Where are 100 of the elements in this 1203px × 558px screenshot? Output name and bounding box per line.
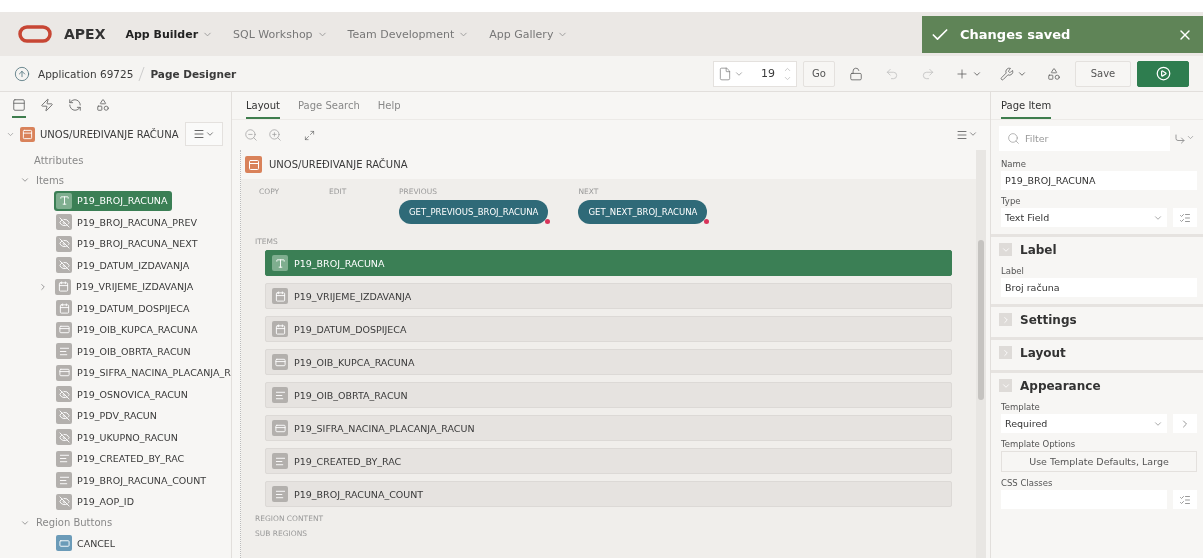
tree-item[interactable]: P19_BROJ_RACUNA	[54, 190, 173, 211]
display-text-icon	[272, 486, 288, 502]
tree-item[interactable]: P19_CREATED_BY_RAC	[54, 448, 190, 469]
page-item[interactable]: P19_DATUM_DOSPIJECA	[265, 316, 952, 342]
page-item[interactable]: P19_OIB_OBRTA_RACUN	[265, 382, 952, 408]
property-label: Name	[1000, 158, 1028, 171]
filter-field[interactable]: Filter	[999, 126, 1170, 151]
nav-menu[interactable]: SQL Workshop	[233, 27, 328, 41]
up-icon[interactable]	[14, 65, 30, 82]
calendar-icon	[272, 321, 288, 337]
property-label: Type	[1000, 195, 1022, 208]
hidden-icon	[56, 214, 72, 231]
logo-icon	[18, 25, 52, 43]
region-button[interactable]: GET_NEXT_BROJ_RACUNA	[578, 200, 708, 224]
page-item[interactable]: P19_OIB_KUPCA_RACUNA	[265, 349, 952, 375]
collapse-icon	[999, 243, 1012, 256]
shapes-icon	[1047, 66, 1061, 81]
hidden-icon	[56, 493, 72, 510]
property-field[interactable]: P19_BROJ_RACUNA	[1001, 171, 1197, 190]
text-field-icon	[56, 192, 72, 209]
next-button[interactable]	[1173, 414, 1197, 433]
page-item[interactable]: P19_CREATED_BY_RAC	[265, 448, 952, 474]
property-group[interactable]: Label	[991, 234, 1203, 262]
tab[interactable]: Help	[377, 100, 401, 119]
redo-icon	[921, 66, 935, 81]
tree-item[interactable]: P19_BROJ_RACUNA_NEXT	[54, 233, 203, 254]
property-group[interactable]: Layout	[991, 337, 1203, 365]
go-to-group-icon[interactable]	[1174, 132, 1186, 145]
list-button[interactable]	[1173, 490, 1197, 509]
page-number-field[interactable]: 19	[713, 60, 797, 87]
tree-item[interactable]: P19_BROJ_RACUNA_COUNT	[54, 470, 212, 491]
tree-item[interactable]: P19_VRIJEME_IZDAVANJA	[53, 276, 199, 297]
hidden-icon	[56, 235, 72, 252]
template-options-button[interactable]: Use Template Defaults, Large	[1001, 451, 1197, 472]
property-label: Template	[1000, 401, 1041, 414]
breadcrumb-current: Page Designer	[150, 67, 237, 80]
zoom-out-icon[interactable]	[244, 128, 258, 142]
display-text-icon	[272, 453, 288, 469]
display-text-icon	[56, 343, 72, 360]
save-button[interactable]: Save	[1075, 60, 1131, 87]
tree-item[interactable]: P19_AOP_ID	[54, 491, 139, 512]
calendar-icon	[272, 288, 288, 304]
tree-menu-button[interactable]	[185, 122, 223, 146]
page-item[interactable]: P19_VRIJEME_IZDAVANJA	[265, 283, 952, 309]
chevron-down-icon	[20, 175, 30, 185]
nav-menu[interactable]: App Builder	[125, 27, 214, 41]
tree-item[interactable]: P19_OSNOVICA_RACUN	[54, 384, 193, 405]
property-select[interactable]: Required	[1001, 414, 1167, 433]
tree-item[interactable]: P19_UKUPNO_RACUN	[54, 427, 183, 448]
property-group[interactable]: Appearance	[991, 370, 1203, 398]
page-item[interactable]: P19_BROJ_RACUNA_COUNT	[265, 481, 952, 507]
go-button[interactable]: Go	[803, 60, 835, 87]
tree-item[interactable]: P19_OIB_OBRTA_RACUN	[54, 341, 196, 362]
display-text-icon	[272, 387, 288, 403]
expand-icon[interactable]	[304, 129, 315, 141]
expand-icon	[999, 346, 1012, 359]
hidden-icon	[56, 386, 72, 403]
tree-item[interactable]: P19_OIB_KUPCA_RACUNA	[54, 319, 203, 340]
list-button[interactable]	[1173, 208, 1197, 227]
tree-item[interactable]: P19_DATUM_IZDAVANJA	[54, 255, 195, 276]
popup-field-icon	[272, 354, 288, 370]
tree-item[interactable]: CANCEL	[54, 533, 121, 554]
region-name[interactable]: UNOS/UREĐIVANJE RAČUNA	[40, 128, 179, 140]
tree-item[interactable]: P19_SIFRA_NACINA_PLACANJA_R	[54, 362, 231, 383]
tree-item[interactable]: P19_DATUM_DOSPIJECA	[54, 298, 195, 319]
region-button[interactable]: GET_PREVIOUS_BROJ_RACUNA	[399, 200, 549, 224]
region-title: UNOS/UREĐIVANJE RAČUNA	[269, 159, 408, 170]
nav-menu[interactable]: App Gallery	[489, 27, 569, 41]
layout-icon	[12, 98, 26, 112]
product-name: APEX	[64, 26, 106, 42]
chevron-down-icon[interactable]	[968, 129, 978, 139]
zoom-in-icon[interactable]	[268, 128, 282, 142]
property-group[interactable]: Settings	[991, 304, 1203, 332]
menu-icon[interactable]	[956, 129, 968, 141]
page-item[interactable]: P19_SIFRA_NACINA_PLACANJA_RACUN	[265, 415, 952, 441]
rendering-tab[interactable]	[12, 98, 26, 118]
tab[interactable]: Page Search	[298, 100, 360, 119]
calendar-icon	[56, 300, 72, 317]
breadcrumb-link[interactable]: Application 69725	[38, 67, 134, 80]
tab[interactable]: Page Item	[1001, 100, 1052, 119]
nav-menu[interactable]: Team Development	[347, 27, 470, 41]
run-button[interactable]	[1137, 60, 1189, 87]
property-label: Template Options	[1000, 438, 1077, 451]
tree-item[interactable]: P19_PDV_RACUN	[54, 405, 162, 426]
expand-icon[interactable]	[38, 281, 48, 292]
toast-message: Changes saved	[960, 27, 1071, 42]
page-item[interactable]: P19_BROJ_RACUNA	[265, 250, 952, 276]
calendar-icon	[55, 278, 71, 295]
hidden-icon	[56, 257, 72, 274]
property-select[interactable]: Text Field	[1001, 208, 1167, 227]
property-field[interactable]: Broj računa	[1001, 278, 1197, 297]
hidden-icon	[56, 407, 72, 424]
menu-icon	[193, 128, 205, 140]
tree-section[interactable]: Items	[0, 170, 231, 190]
shapes-icon	[96, 98, 110, 112]
popup-field-icon	[56, 321, 72, 338]
expand-icon	[999, 313, 1012, 326]
tab[interactable]: Layout	[246, 100, 280, 119]
tree-item[interactable]: P19_BROJ_RACUNA_PREV	[54, 212, 203, 233]
play-icon	[1155, 66, 1171, 81]
